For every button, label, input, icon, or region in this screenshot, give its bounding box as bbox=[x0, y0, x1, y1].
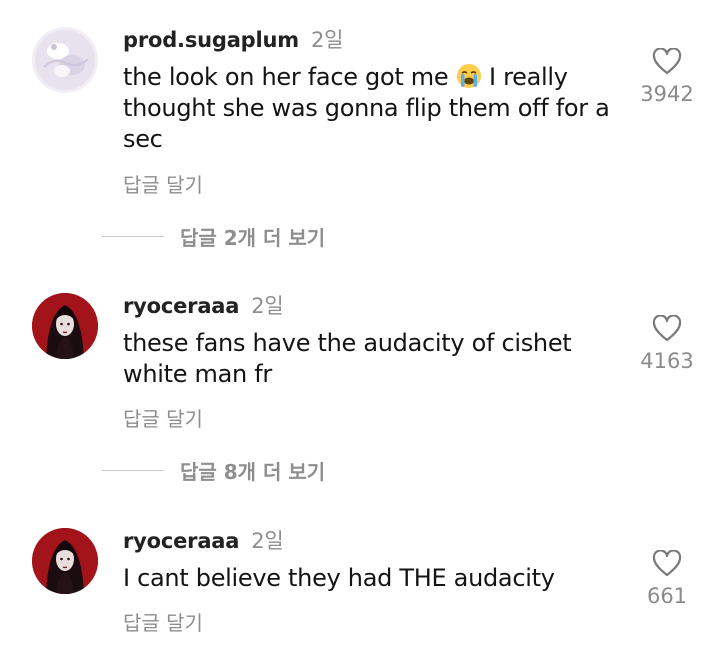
loudly-crying-face-icon bbox=[456, 63, 482, 89]
username-text[interactable]: prod.sugaplum bbox=[123, 28, 299, 52]
comment-text: I cant believe they had THE audacity bbox=[123, 564, 555, 592]
divider-line bbox=[102, 469, 164, 471]
like-count: 661 bbox=[646, 584, 688, 608]
comment-text-part: the look on her face got me bbox=[123, 63, 456, 91]
comment-time: 2일 bbox=[251, 294, 284, 318]
avatar[interactable] bbox=[32, 293, 98, 359]
comment-text: the look on her face got me I really tho… bbox=[123, 62, 623, 155]
comment-text: these fans have the audacity of cishet w… bbox=[123, 329, 572, 388]
reply-button[interactable]: 답글 달기 bbox=[123, 403, 203, 432]
view-more-replies-button[interactable]: 답글 2개 더 보기 bbox=[102, 221, 325, 251]
avatar[interactable] bbox=[32, 27, 98, 93]
avatar[interactable] bbox=[32, 528, 98, 594]
heart-icon[interactable] bbox=[652, 550, 682, 577]
comment-username[interactable]: prod.sugaplum 2일 bbox=[123, 24, 343, 54]
comment-username[interactable]: ryoceraaa 2일 bbox=[123, 290, 284, 320]
username-text[interactable]: ryoceraaa bbox=[123, 529, 239, 553]
comment-time: 2일 bbox=[310, 28, 344, 52]
view-more-replies-label[interactable]: 답글 8개 더 보기 bbox=[180, 456, 325, 485]
like-button[interactable]: 4163 bbox=[630, 315, 704, 373]
like-button[interactable]: 3942 bbox=[630, 48, 704, 106]
divider-line bbox=[102, 235, 164, 237]
view-more-replies-label[interactable]: 답글 2개 더 보기 bbox=[180, 222, 325, 251]
heart-icon[interactable] bbox=[652, 315, 682, 342]
reply-button[interactable]: 답글 달기 bbox=[123, 607, 203, 636]
heart-icon[interactable] bbox=[652, 48, 682, 75]
like-button[interactable]: 661 bbox=[630, 550, 704, 608]
comment-time: 2일 bbox=[251, 529, 284, 553]
like-count: 3942 bbox=[640, 82, 694, 106]
comment-username[interactable]: ryoceraaa 2일 bbox=[123, 525, 284, 555]
view-more-replies-button[interactable]: 답글 8개 더 보기 bbox=[102, 455, 325, 485]
username-text[interactable]: ryoceraaa bbox=[123, 294, 239, 318]
like-count: 4163 bbox=[640, 349, 694, 373]
reply-button[interactable]: 답글 달기 bbox=[123, 169, 203, 198]
